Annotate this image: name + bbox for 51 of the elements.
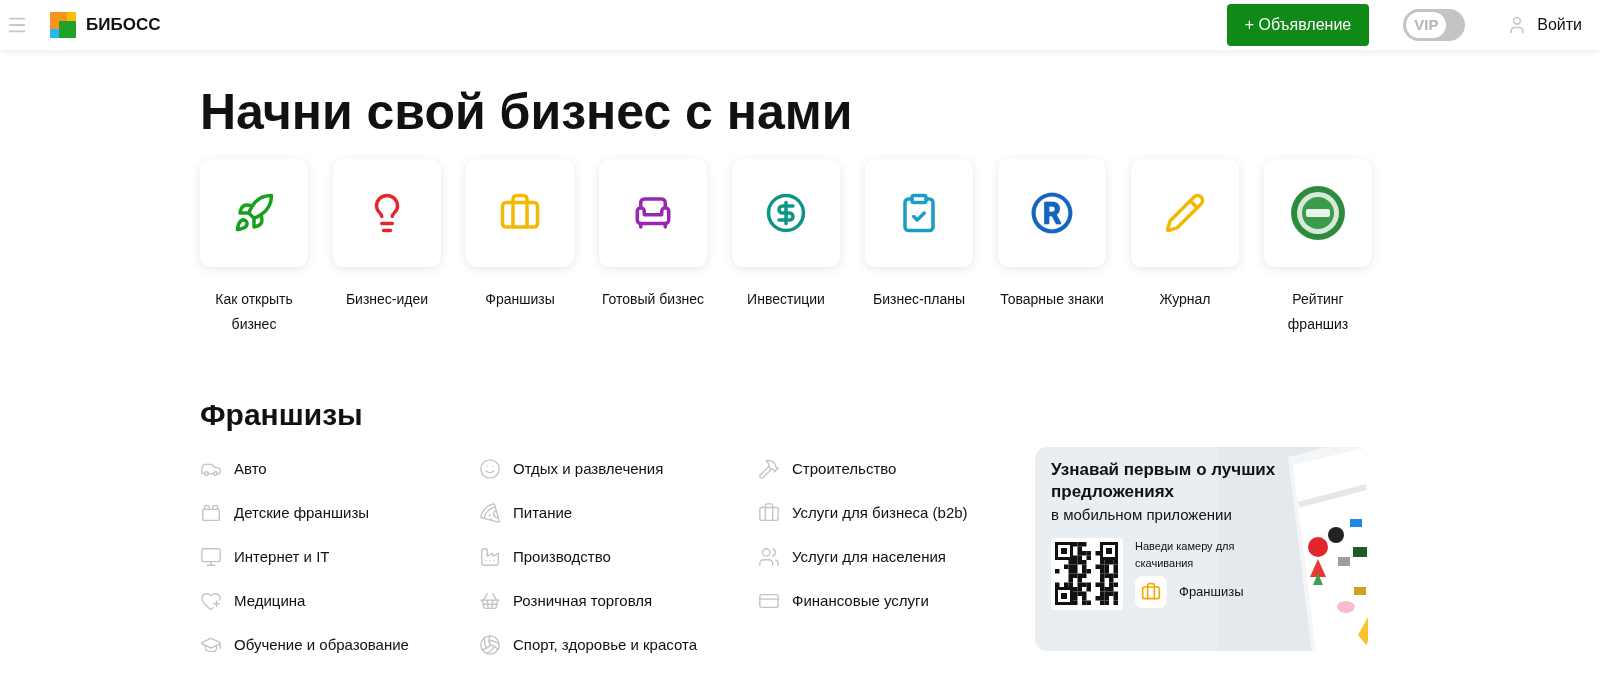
- franchise-category-link[interactable]: Медицина: [200, 579, 479, 623]
- smile-icon: [479, 458, 501, 480]
- banner-title: Узнавай первым о лучших предложениях: [1051, 459, 1277, 503]
- heart-plus-icon: [200, 590, 222, 612]
- briefcase-icon: [758, 502, 780, 524]
- tile-label: Журнал: [1158, 290, 1212, 309]
- section-heading: Франшизы: [200, 397, 364, 433]
- franchise-category-link[interactable]: Розничная торговля: [479, 579, 758, 623]
- franchise-category-link[interactable]: Услуги для населения: [758, 535, 1034, 579]
- app-name: Франшизы: [1179, 583, 1244, 602]
- tile-label: Бизнес-планы: [872, 290, 966, 309]
- logo-icon[interactable]: [50, 12, 76, 38]
- franchise-category-link[interactable]: Авто: [200, 447, 479, 491]
- franchise-category-link[interactable]: Питание: [479, 491, 758, 535]
- tile-label: Бизнес-идеи: [344, 290, 430, 309]
- monitor-icon: [200, 546, 222, 568]
- toy-icon: [200, 502, 222, 524]
- franchise-category-link[interactable]: Детские франшизы: [200, 491, 479, 535]
- logo-text[interactable]: БИБОСС: [86, 12, 161, 38]
- franchise-category-link[interactable]: Услуги для бизнеса (b2b): [758, 491, 1034, 535]
- tile-label: Товарные знаки: [1000, 290, 1104, 309]
- login-link[interactable]: Войти: [1507, 13, 1582, 37]
- badge-icon: [1290, 185, 1346, 241]
- franchise-category-link[interactable]: Обучение и образование: [200, 623, 479, 667]
- pizza-icon: [479, 502, 501, 524]
- tile-label: Как открыть бизнес: [214, 290, 294, 334]
- qr-hint: Наведи камеру для скачивания: [1135, 539, 1235, 571]
- page-title: Начни свой бизнес с нами: [200, 83, 854, 142]
- franchise-category-link[interactable]: Производство: [479, 535, 758, 579]
- tile-label: Рейтинг франшиз: [1286, 290, 1350, 334]
- dollar-icon: [765, 192, 807, 234]
- tile-label: Инвестиции: [746, 290, 826, 309]
- banner-subtitle: в мобильном приложении: [1051, 505, 1233, 525]
- pencil-icon: [1164, 192, 1206, 234]
- rocket-icon: [233, 192, 275, 234]
- ball-icon: [479, 634, 501, 656]
- qr-code: [1051, 538, 1123, 610]
- users-icon: [758, 546, 780, 568]
- tile-label: Готовый бизнес: [601, 290, 705, 309]
- franchise-category-link[interactable]: Финансовые услуги: [758, 579, 1034, 623]
- franchise-category-link[interactable]: Интернет и IT: [200, 535, 479, 579]
- franchise-category-link[interactable]: Строительство: [758, 447, 1034, 491]
- basket-icon: [479, 590, 501, 612]
- registered-icon: [1031, 192, 1073, 234]
- franchise-category-link[interactable]: Спорт, здоровье и красота: [479, 623, 758, 667]
- app-icon: [1135, 576, 1167, 608]
- franchise-category-link[interactable]: Отдых и развлечения: [479, 447, 758, 491]
- post-ad-button[interactable]: + Объявление: [1226, 4, 1370, 46]
- tile-label: Франшизы: [484, 290, 556, 309]
- hammer-icon: [758, 458, 780, 480]
- factory-icon: [479, 546, 501, 568]
